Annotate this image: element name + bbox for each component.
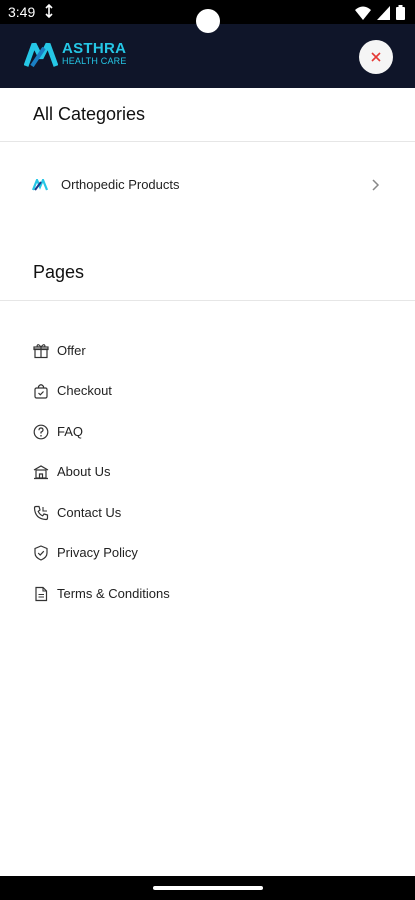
close-button[interactable]	[359, 40, 393, 74]
home-gesture-bar[interactable]	[153, 886, 263, 890]
page-item-checkout[interactable]: Checkout	[0, 376, 300, 406]
page-item-offer[interactable]: Offer	[0, 336, 300, 366]
page-item-faq[interactable]: FAQ	[0, 417, 300, 447]
battery-icon	[396, 5, 405, 20]
brand-icon	[32, 179, 48, 191]
help-icon	[33, 424, 49, 440]
chevron-right-icon	[372, 179, 380, 191]
page-label: FAQ	[57, 424, 84, 439]
pages-title: Pages	[33, 262, 85, 282]
logo-title: ASTHRA	[62, 40, 127, 57]
page-item-terms-conditions[interactable]: Terms & Conditions	[0, 579, 300, 609]
categories-divider	[0, 141, 415, 142]
category-label: Orthopedic Products	[61, 177, 180, 192]
system-nav-bar	[0, 876, 415, 900]
page-label: Contact Us	[57, 505, 122, 520]
brand-logo[interactable]: ASTHRA HEALTH CARE	[24, 40, 144, 74]
bag-icon	[34, 384, 48, 399]
logo-mark-icon	[24, 42, 58, 68]
signal-icon	[377, 5, 390, 20]
gift-icon	[33, 344, 49, 359]
document-icon	[35, 586, 48, 602]
page-label: Offer	[57, 343, 86, 358]
page-item-privacy-policy[interactable]: Privacy Policy	[0, 538, 300, 568]
shield-icon	[34, 545, 48, 561]
page-label: Checkout	[57, 383, 112, 398]
pages-divider	[0, 300, 415, 301]
logo-subtitle: HEALTH CARE	[62, 56, 127, 66]
page-item-contact-us[interactable]: Contact Us	[0, 498, 300, 528]
category-item-orthopedic-products[interactable]: Orthopedic Products	[0, 170, 415, 200]
app-header: ASTHRA HEALTH CARE	[0, 24, 415, 88]
building-icon	[33, 465, 49, 480]
status-time: 3:49	[8, 4, 36, 20]
page-item-about-us[interactable]: About Us	[0, 457, 300, 487]
notification-icon	[45, 3, 53, 19]
phone-icon	[33, 505, 49, 521]
page-label: Privacy Policy	[57, 545, 138, 560]
wifi-icon	[355, 6, 371, 20]
categories-title: All Categories	[33, 104, 146, 124]
camera-cutout	[196, 9, 220, 33]
page-label: About Us	[57, 464, 111, 479]
page-label: Terms & Conditions	[57, 586, 170, 601]
close-icon	[371, 52, 381, 62]
